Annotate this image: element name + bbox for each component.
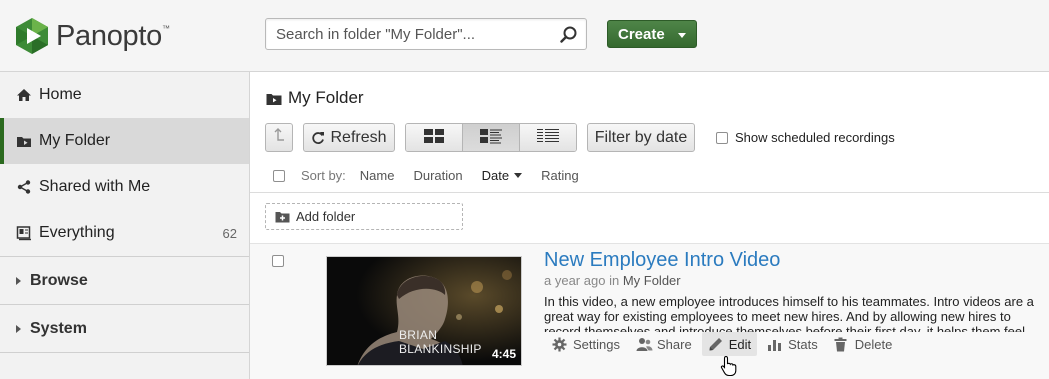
sort-rating-option[interactable]: Rating bbox=[541, 168, 579, 183]
sort-date-label: Date bbox=[481, 168, 510, 183]
sort-by-label: Sort by: bbox=[301, 168, 346, 183]
select-all-checkbox[interactable] bbox=[273, 169, 285, 182]
session-folder-link[interactable]: My Folder bbox=[623, 273, 681, 288]
create-button[interactable]: Create bbox=[607, 20, 697, 48]
parent-folder-button[interactable] bbox=[265, 123, 293, 152]
add-folder-icon bbox=[275, 211, 290, 223]
share-icon bbox=[16, 179, 32, 195]
stats-button[interactable]: Stats bbox=[761, 332, 824, 356]
filter-by-date-label: Filter by date bbox=[594, 128, 688, 146]
list-view-icon bbox=[536, 128, 560, 147]
edit-button[interactable]: Edit bbox=[701, 332, 758, 356]
create-button-label: Create bbox=[618, 25, 665, 43]
session-description: In this video, a new employee introduces… bbox=[544, 294, 1034, 332]
sidebar-item-everything[interactable]: Everything 62 bbox=[0, 210, 249, 256]
logo-text: Panopto™ bbox=[56, 19, 170, 52]
chevron-down-icon bbox=[678, 33, 686, 38]
everything-count-badge: 62 bbox=[222, 225, 237, 241]
add-folder-label: Add folder bbox=[296, 209, 356, 224]
app-header: Panopto™ Create bbox=[0, 0, 1049, 72]
everything-icon bbox=[16, 225, 32, 241]
add-folder-button[interactable]: Add folder bbox=[265, 203, 463, 230]
delete-button[interactable]: Delete bbox=[828, 332, 899, 356]
session-select-checkbox[interactable] bbox=[272, 255, 284, 267]
folder-icon bbox=[266, 91, 282, 105]
bar-chart-icon bbox=[767, 337, 782, 352]
view-mode-switcher bbox=[405, 123, 577, 152]
session-title-link[interactable]: New Employee Intro Video bbox=[544, 249, 780, 272]
sidebar-item-label: My Folder bbox=[39, 132, 111, 149]
show-scheduled-checkbox[interactable] bbox=[716, 131, 728, 144]
up-arrow-icon bbox=[273, 127, 285, 148]
pencil-icon bbox=[708, 337, 723, 352]
refresh-label: Refresh bbox=[330, 128, 387, 146]
main-content: My Folder Refresh Filter by date Show sc… bbox=[250, 72, 1049, 379]
sidebar-item-label: Shared with Me bbox=[39, 178, 151, 195]
share-button[interactable]: Share bbox=[630, 332, 698, 356]
sidebar: Home My Folder Shared with Me Everything… bbox=[0, 72, 250, 379]
search-icon[interactable] bbox=[560, 26, 578, 44]
edit-label: Edit bbox=[728, 336, 752, 352]
panopto-logo[interactable]: Panopto™ bbox=[14, 16, 170, 56]
sidebar-section-label: Browse bbox=[30, 271, 88, 289]
sort-bar: Sort by: Name Duration Date Rating bbox=[273, 168, 598, 183]
share-label: Share bbox=[656, 336, 692, 352]
sort-date-option[interactable]: Date bbox=[481, 168, 523, 183]
sidebar-divider bbox=[0, 352, 249, 353]
sidebar-section-system[interactable]: System bbox=[0, 304, 249, 352]
sidebar-item-shared-with-me[interactable]: Shared with Me bbox=[0, 164, 249, 210]
session-meta: a year ago in My Folder bbox=[544, 273, 681, 288]
settings-button[interactable]: Settings bbox=[546, 332, 626, 356]
session-actions: Settings Share Edit Stats Delete bbox=[546, 332, 902, 356]
sidebar-section-label: System bbox=[30, 319, 87, 337]
refresh-icon bbox=[311, 131, 325, 145]
sidebar-section-browse[interactable]: Browse bbox=[0, 256, 249, 304]
settings-label: Settings bbox=[573, 336, 620, 352]
sort-descending-icon bbox=[514, 173, 523, 178]
session-age: a year ago bbox=[544, 273, 606, 288]
gear-icon bbox=[552, 337, 567, 352]
sort-name-option[interactable]: Name bbox=[360, 168, 395, 183]
sidebar-item-label: Everything bbox=[39, 224, 115, 241]
hand-cursor-icon bbox=[720, 355, 738, 377]
sidebar-item-label: Home bbox=[39, 86, 82, 103]
search-input[interactable] bbox=[276, 19, 556, 49]
refresh-button[interactable]: Refresh bbox=[303, 123, 395, 152]
show-scheduled-toggle[interactable]: Show scheduled recordings bbox=[716, 130, 895, 145]
users-icon bbox=[636, 337, 653, 352]
session-in-label: in bbox=[609, 273, 620, 288]
folder-title-text: My Folder bbox=[288, 88, 364, 107]
detail-list-view-icon bbox=[479, 128, 503, 147]
session-thumbnail[interactable]: BRIAN BLANKINSHIP 4:45 bbox=[326, 256, 522, 366]
panopto-logo-icon bbox=[14, 17, 50, 55]
view-thumbnails-button[interactable] bbox=[406, 124, 463, 151]
chevron-right-icon bbox=[16, 324, 21, 333]
page-title: My Folder bbox=[266, 88, 364, 108]
duration-badge: 4:45 bbox=[491, 347, 516, 361]
sidebar-item-my-folder[interactable]: My Folder bbox=[0, 118, 249, 164]
chevron-right-icon bbox=[16, 276, 21, 285]
stats-label: Stats bbox=[788, 336, 818, 352]
folder-search[interactable] bbox=[265, 18, 587, 50]
delete-label: Delete bbox=[854, 336, 893, 352]
show-scheduled-label: Show scheduled recordings bbox=[735, 130, 895, 145]
divider bbox=[250, 192, 1049, 193]
folder-icon bbox=[16, 133, 32, 149]
sidebar-item-home[interactable]: Home bbox=[0, 72, 249, 118]
view-list-button[interactable] bbox=[520, 124, 576, 151]
trash-icon bbox=[834, 337, 849, 352]
sort-duration-option[interactable]: Duration bbox=[413, 168, 462, 183]
home-icon bbox=[16, 87, 32, 103]
grid-view-icon bbox=[423, 128, 445, 147]
view-detail-list-button[interactable] bbox=[463, 124, 520, 151]
filter-by-date-button[interactable]: Filter by date bbox=[587, 123, 695, 152]
